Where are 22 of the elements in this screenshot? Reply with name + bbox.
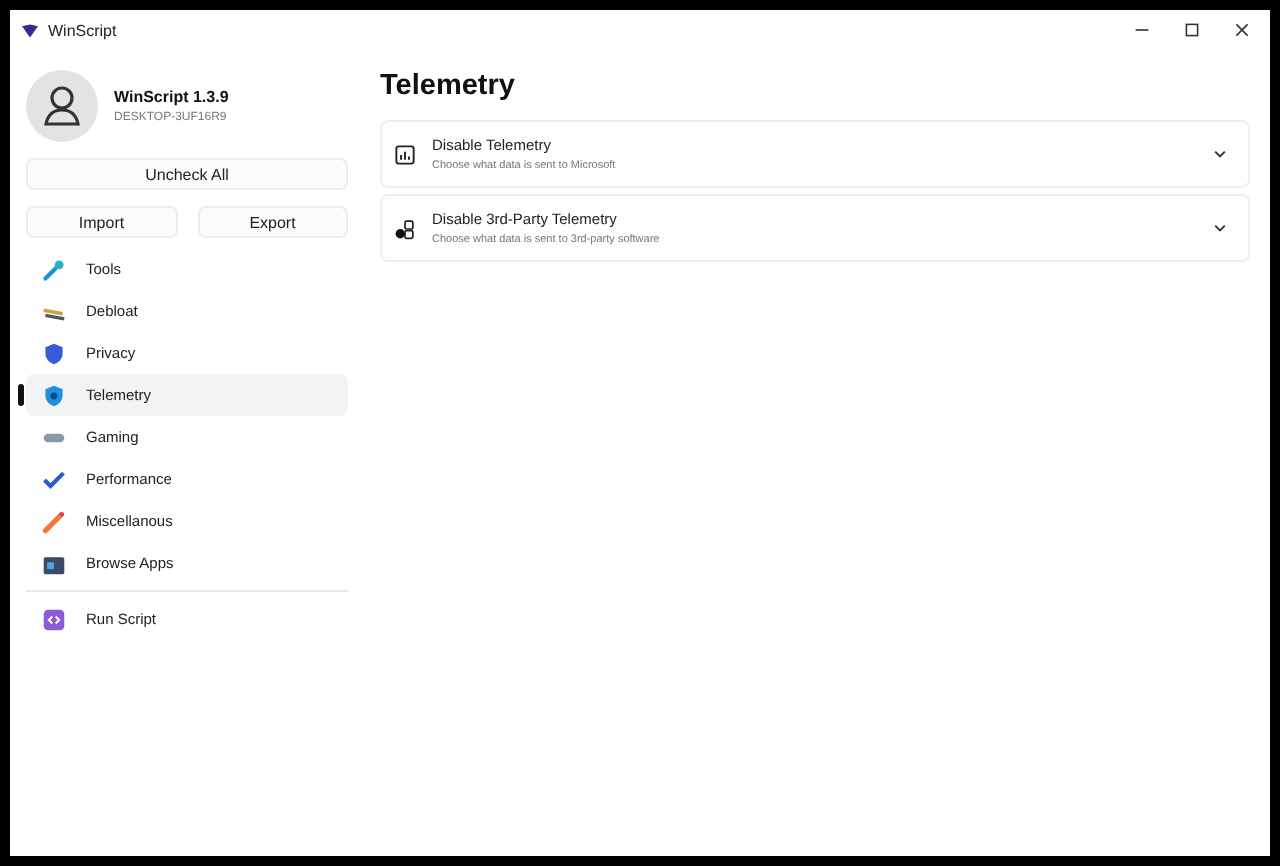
maximize-icon[interactable]	[1184, 22, 1200, 38]
shield-icon	[42, 383, 66, 407]
chart-icon	[394, 143, 416, 165]
checkmark-icon	[42, 467, 66, 491]
app-name: WinScript 1.3.9	[114, 88, 229, 106]
selection-indicator	[18, 384, 23, 406]
import-button[interactable]: Import	[26, 206, 177, 238]
store-icon	[42, 551, 66, 575]
avatar-icon	[26, 70, 98, 142]
pencil-icon	[42, 509, 66, 533]
wrench-icon	[42, 257, 66, 281]
chevron-icon[interactable]	[1212, 220, 1228, 236]
close-icon[interactable]	[1234, 22, 1250, 38]
page-title: Telemetry	[380, 70, 517, 102]
app-icon	[22, 23, 38, 37]
uncheck-all-button[interactable]: Uncheck All	[26, 158, 348, 190]
apps-icon	[394, 217, 416, 239]
script-icon	[42, 607, 66, 631]
chevron-icon[interactable]	[1212, 146, 1228, 162]
shield-icon	[42, 341, 66, 365]
window-title: WinScript	[48, 21, 117, 39]
export-button[interactable]: Export	[197, 206, 348, 238]
